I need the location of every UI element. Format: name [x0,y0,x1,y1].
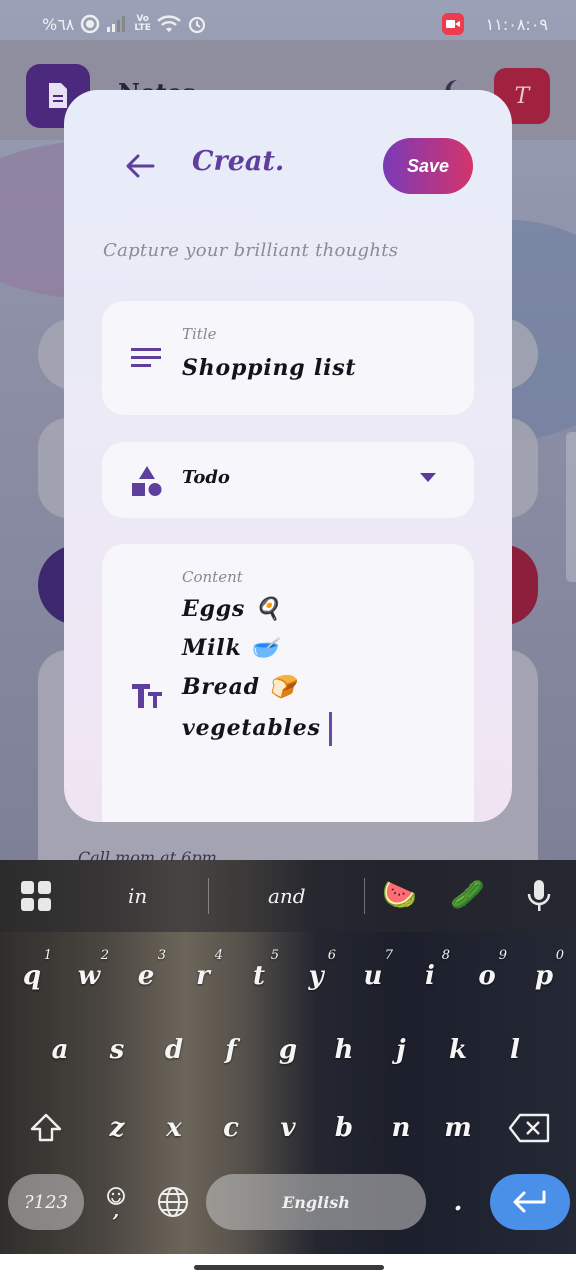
suggestion-emoji[interactable]: 🥒 [450,878,485,911]
key-s[interactable]: s [91,1020,143,1080]
text-cursor [328,712,332,746]
suggestion-word[interactable]: in [128,884,147,908]
key-n[interactable]: n [375,1098,427,1158]
globe-icon[interactable] [150,1174,196,1230]
title-field-value: Shopping list [182,355,357,381]
key-c[interactable]: c [205,1098,257,1158]
symbols-key[interactable]: ?123 [8,1174,84,1230]
volte-icon: Vo LTE [134,14,151,33]
key-v[interactable]: v [262,1098,314,1158]
wifi-icon [157,14,181,34]
key-d[interactable]: d [148,1020,200,1080]
save-button[interactable]: Save [383,138,473,194]
space-bar[interactable]: English [206,1174,426,1230]
key-r[interactable]: r4 [177,946,229,1006]
text-fields-icon [130,680,164,710]
dialog-subtitle: Capture your brilliant thoughts [103,240,399,261]
edge-panel-handle[interactable] [566,432,576,582]
signal-weak-icon [106,15,128,33]
key-k[interactable]: k [432,1020,484,1080]
content-line-last: vegetables [182,712,332,746]
battery-percent: %٦٨ [42,14,75,34]
content-line: vegetables [182,715,321,741]
back-arrow-icon[interactable] [122,148,158,184]
content-field-label: Content [182,568,243,586]
home-gesture-handle[interactable] [194,1265,384,1270]
dropdown-arrow-icon [420,473,436,482]
key-h[interactable]: h [318,1020,370,1080]
apps-grid-icon[interactable] [20,880,52,912]
background-note-text: Call mom at 6pm [78,848,217,860]
shift-icon[interactable] [20,1098,72,1158]
key-o[interactable]: o9 [461,946,513,1006]
key-t[interactable]: t5 [233,946,285,1006]
key-g[interactable]: g [262,1020,314,1080]
note-type-select[interactable]: Todo [102,442,474,518]
key-w[interactable]: w2 [63,946,115,1006]
dialog-title: Creat. [192,146,285,177]
key-y[interactable]: y6 [290,946,342,1006]
period-key[interactable]: . [436,1174,480,1230]
category-shapes-icon [130,464,164,498]
content-line: Bread 🍞 [182,674,297,700]
status-bar: %٦٨ Vo LTE ١١:٠٨:٠٩ [0,0,576,48]
short-text-icon [130,345,162,371]
key-f[interactable]: f [205,1020,257,1080]
key-j[interactable]: j [375,1020,427,1080]
system-nav-bar [0,1254,576,1280]
enter-arrow-icon [513,1190,546,1213]
clock: ١١:٠٨:٠٩ [485,14,548,34]
content-field[interactable]: Content Eggs 🍳 Milk 🥣 Bread 🍞 vegetables [102,544,474,822]
backspace-icon[interactable] [500,1098,558,1158]
key-b[interactable]: b [318,1098,370,1158]
create-note-dialog: Creat. Save Capture your brilliant thoug… [64,90,512,822]
key-u[interactable]: u7 [347,946,399,1006]
key-i[interactable]: i8 [404,946,456,1006]
enter-key[interactable] [490,1174,570,1230]
note-type-value: Todo [182,467,230,488]
suggestion-emoji[interactable]: 🍉 [382,878,417,911]
comma-emoji-key[interactable]: , [96,1174,136,1230]
microphone-icon[interactable] [524,878,554,914]
content-line: Eggs 🍳 [182,596,282,622]
alarm-icon [187,14,207,34]
key-e[interactable]: e3 [120,946,172,1006]
key-x[interactable]: x [148,1098,200,1158]
key-m[interactable]: m [432,1098,484,1158]
content-line: Milk 🥣 [182,635,279,661]
title-field[interactable]: Title Shopping list [102,301,474,415]
battery-icon [80,14,100,34]
key-q[interactable]: q1 [6,946,58,1006]
suggestion-word[interactable]: and [268,884,306,908]
suggestion-bar: in and 🍉 🥒 [0,860,576,932]
key-a[interactable]: a [34,1020,86,1080]
key-p[interactable]: p0 [518,946,570,1006]
title-field-label: Title [182,325,217,343]
screen-record-icon [441,13,464,35]
comma-label: , [112,1201,120,1222]
on-screen-keyboard: in and 🍉 🥒 q1 w2 e3 r4 t5 y6 u7 i8 o9 p0… [0,860,576,1254]
key-z[interactable]: z [91,1098,143,1158]
key-l[interactable]: l [489,1020,541,1080]
